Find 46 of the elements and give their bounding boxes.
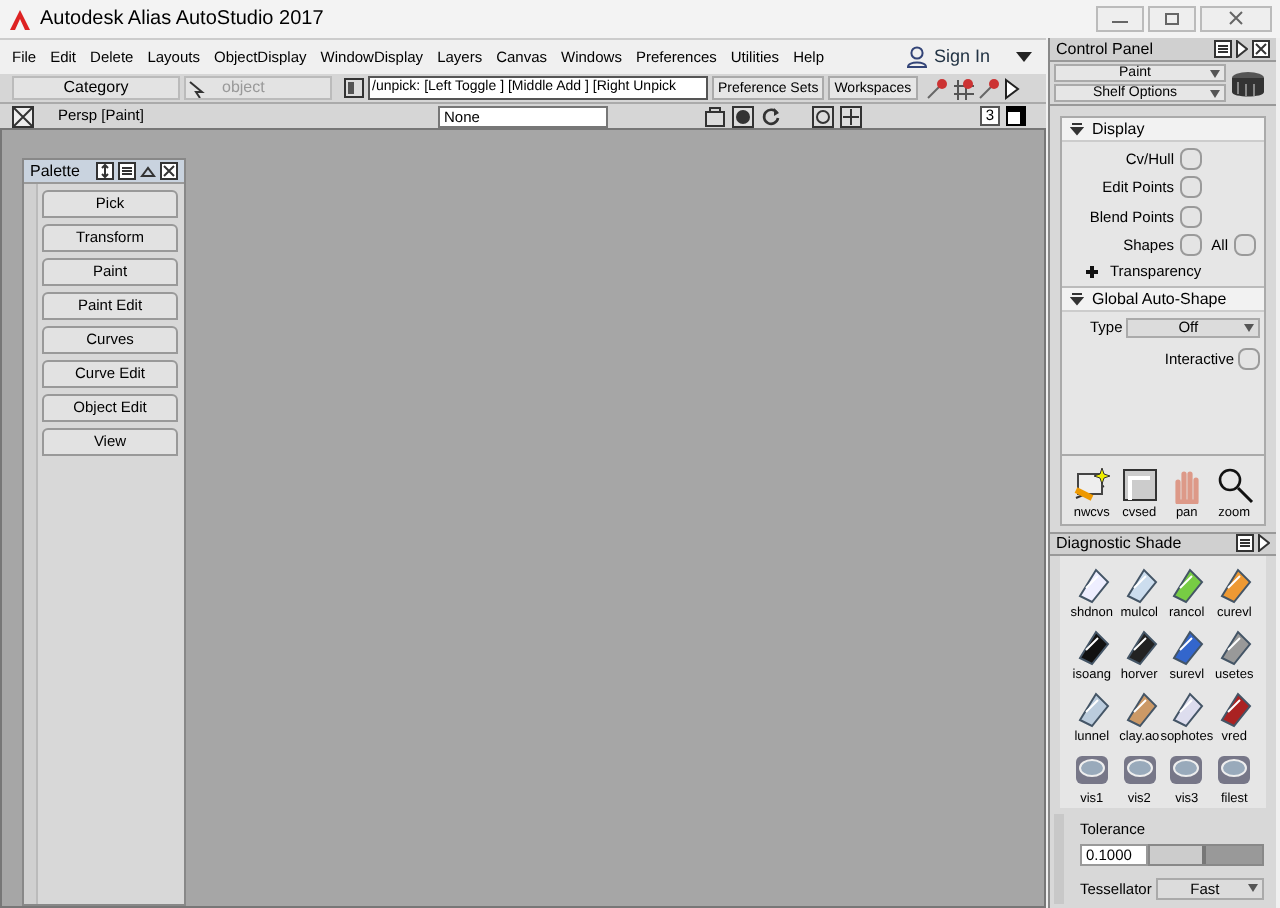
checkbox[interactable] [1234, 233, 1256, 256]
dropdown-caret-icon [1210, 69, 1220, 77]
section-title: Display [1092, 117, 1145, 141]
user-icon [905, 46, 928, 68]
close-icon [1200, 6, 1272, 32]
new-cv-icon [1072, 465, 1111, 503]
expand-icon [96, 162, 114, 180]
play-arrow-icon [1258, 534, 1270, 552]
sign-in-link[interactable]: Sign In [933, 43, 990, 71]
menu-icon [1236, 534, 1254, 552]
dropdown-caret-icon [1248, 884, 1258, 893]
close-icon [160, 162, 178, 180]
panel-title: Diagnostic Shade [1056, 531, 1182, 555]
palette-title: Palette [30, 159, 80, 183]
dropdown-caret-icon [1210, 89, 1220, 97]
cv-edit-icon [1120, 465, 1159, 503]
bucket-icon [1230, 69, 1266, 97]
collapse-icon [140, 163, 156, 179]
panel-title: Control Panel [1056, 37, 1153, 61]
menu-icon [118, 162, 136, 180]
checkbox[interactable] [1180, 205, 1202, 228]
collapse-arrow-icon [1070, 292, 1084, 306]
collapse-arrow-icon [1070, 122, 1084, 136]
play-arrow-icon [1003, 77, 1020, 99]
viewport-close-icon [12, 105, 34, 127]
checkbox[interactable] [1238, 348, 1260, 371]
minimize-icon [1096, 6, 1144, 32]
checkbox[interactable] [1180, 233, 1202, 256]
refresh-icon [760, 105, 782, 127]
maximize-icon [1148, 6, 1196, 32]
dropdown-caret-icon [1244, 323, 1254, 332]
window-title: Autodesk Alias AutoStudio 2017 [40, 6, 324, 34]
dropdown-caret-icon [1016, 52, 1032, 62]
checkbox[interactable] [1180, 148, 1202, 171]
slider-fill[interactable] [1150, 845, 1206, 864]
snap-icon [977, 77, 1000, 99]
category-button[interactable]: Category [12, 76, 180, 100]
color-swatch-icon [1006, 106, 1026, 126]
grid-snap-icon [951, 77, 974, 99]
search-icon [1215, 465, 1254, 503]
checkbox[interactable] [1180, 176, 1202, 199]
expand-plus-icon [1086, 265, 1098, 277]
palette-handle[interactable] [24, 184, 38, 904]
app-logo-icon [8, 7, 32, 31]
section-title: Global Auto-Shape [1092, 287, 1227, 311]
snap-icon [925, 77, 948, 99]
